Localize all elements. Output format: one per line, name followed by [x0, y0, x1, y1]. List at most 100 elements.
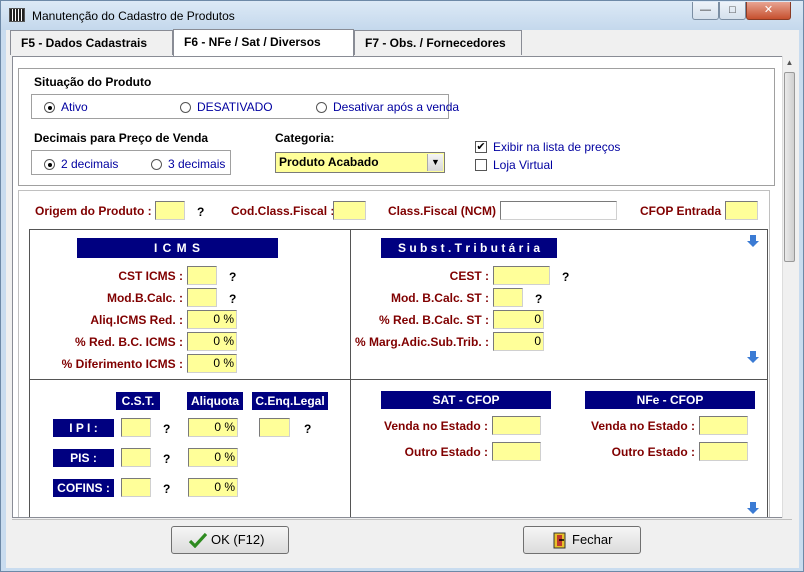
cest-help[interactable]: ? — [562, 270, 569, 284]
minimize-button[interactable]: — — [692, 2, 719, 20]
aliq-icms-red-label: Aliq.ICMS Red. : — [90, 313, 183, 327]
cst-icms-input[interactable] — [187, 266, 217, 285]
ipi-aliq-input[interactable]: 0 % — [188, 418, 238, 437]
chevron-down-icon[interactable]: ▼ — [427, 154, 443, 171]
pis-cst-help[interactable]: ? — [163, 452, 170, 466]
arrow-down-icon[interactable] — [746, 234, 760, 248]
categoria-select[interactable]: Produto Acabado ▼ — [275, 152, 445, 173]
ipi-enq-help[interactable]: ? — [304, 422, 311, 436]
red-bcalc-st-input[interactable]: 0 — [493, 310, 544, 329]
fechar-button[interactable]: Fechar — [523, 526, 641, 554]
checkbox-loja-virtual-label: Loja Virtual — [493, 158, 553, 172]
window-title: Manutenção do Cadastro de Produtos — [32, 9, 235, 23]
ok-button[interactable]: OK (F12) — [171, 526, 289, 554]
tab-nfe-sat-diversos[interactable]: F6 - NFe / Sat / Diversos — [173, 29, 354, 56]
nfe-cfop-header: NFe - CFOP — [585, 391, 755, 409]
checkbox-exibir-lista-label: Exibir na lista de preços — [493, 140, 621, 154]
title-bar: Manutenção do Cadastro de Produtos — □ ✕ — [1, 1, 803, 30]
cofins-label: COFINS : — [53, 479, 114, 497]
sat-outro-input[interactable] — [492, 442, 541, 461]
ncm-label: Class.Fiscal (NCM) : — [388, 204, 504, 218]
cst-icms-help[interactable]: ? — [229, 270, 236, 284]
categoria-label: Categoria: — [275, 131, 335, 145]
main-window: Manutenção do Cadastro de Produtos — □ ✕… — [0, 0, 804, 572]
marg-adic-input[interactable]: 0 — [493, 332, 544, 351]
cod-class-input[interactable] — [333, 201, 366, 220]
close-button[interactable]: ✕ — [746, 2, 791, 20]
exit-door-icon — [553, 532, 566, 549]
radio-desativar-apos-venda[interactable] — [316, 102, 327, 113]
icms-header: I C M S — [77, 238, 278, 258]
cst-icms-label: CST ICMS : — [118, 269, 183, 283]
sat-venda-input[interactable] — [492, 416, 541, 435]
radio-ativo-label: Ativo — [61, 100, 88, 114]
red-bcalc-st-label: % Red. B.Calc. ST : — [378, 313, 489, 327]
mod-bcalc-st-help[interactable]: ? — [535, 292, 542, 306]
mod-bcalc-st-input[interactable] — [493, 288, 523, 307]
aliq-icms-red-input[interactable]: 0 % — [187, 310, 237, 329]
ipi-cst-help[interactable]: ? — [163, 422, 170, 436]
mod-bcalc-input[interactable] — [187, 288, 217, 307]
ncm-input[interactable] — [500, 201, 617, 220]
red-bc-icms-label: % Red. B.C. ICMS : — [74, 335, 183, 349]
radio-ativo[interactable] — [44, 102, 55, 113]
aliquota-column-header: Aliquota — [187, 392, 243, 410]
tab-obs-fornecedores[interactable]: F7 - Obs. / Fornecedores — [354, 30, 522, 55]
marg-adic-label: % Marg.Adic.Sub.Trib. : — [354, 335, 489, 349]
nfe-outro-input[interactable] — [699, 442, 748, 461]
diferimento-icms-input[interactable]: 0 % — [187, 354, 237, 373]
decimais-title: Decimais para Preço de Venda — [34, 131, 209, 145]
enq-legal-column-header: C.Enq.Legal — [252, 392, 328, 410]
radio-3-decimais-label: 3 decimais — [168, 157, 226, 171]
radio-2-decimais[interactable] — [44, 159, 55, 170]
radio-3-decimais[interactable] — [151, 159, 162, 170]
cofins-aliq-input[interactable]: 0 % — [188, 478, 238, 497]
pis-cst-input[interactable] — [121, 448, 151, 467]
barcode-icon — [9, 8, 25, 22]
pis-label: PIS : — [53, 449, 114, 467]
radio-desativado-label: DESATIVADO — [197, 100, 273, 114]
ok-button-label: OK (F12) — [211, 532, 265, 547]
sat-venda-label: Venda no Estado : — [383, 419, 488, 433]
cest-label: CEST : — [449, 269, 489, 283]
arrow-down-icon[interactable] — [746, 501, 760, 515]
cofins-cst-input[interactable] — [121, 478, 151, 497]
sat-cfop-header: SAT - CFOP — [381, 391, 551, 409]
mod-bcalc-st-label: Mod. B.Calc. ST : — [390, 291, 489, 305]
tab-panel: Situação do Produto Ativo DESATIVADO Des… — [12, 56, 792, 518]
situacao-title: Situação do Produto — [34, 75, 152, 89]
nfe-venda-label: Venda no Estado : — [590, 419, 695, 433]
sat-outro-label: Outro Estado : — [404, 445, 488, 459]
cest-input[interactable] — [493, 266, 550, 285]
scrollbar-thumb[interactable] — [784, 72, 795, 262]
ipi-label: I P I : — [53, 419, 114, 437]
cofins-cst-help[interactable]: ? — [163, 482, 170, 496]
tab-bar: F5 - Dados Cadastrais F6 - NFe / Sat / D… — [6, 29, 799, 56]
pis-aliq-input[interactable]: 0 % — [188, 448, 238, 467]
origem-input[interactable] — [155, 201, 185, 220]
st-header: S u b s t . T r i b u t á r i a — [381, 238, 557, 258]
cod-class-label: Cod.Class.Fiscal : — [231, 204, 335, 218]
fechar-button-label: Fechar — [572, 532, 613, 547]
tab-dados-cadastrais[interactable]: F5 - Dados Cadastrais — [10, 30, 173, 55]
cst-column-header: C.S.T. — [116, 392, 160, 410]
arrow-down-icon[interactable] — [746, 350, 760, 364]
checkbox-exibir-lista[interactable]: ✔ — [475, 141, 487, 153]
scroll-up-icon[interactable]: ▲ — [784, 57, 795, 69]
maximize-button[interactable]: □ — [719, 2, 746, 20]
vertical-scrollbar[interactable]: ▲ — [782, 56, 796, 518]
nfe-outro-label: Outro Estado : — [611, 445, 695, 459]
mod-bcalc-help[interactable]: ? — [229, 292, 236, 306]
red-bc-icms-input[interactable]: 0 % — [187, 332, 237, 351]
checkmark-icon — [189, 532, 207, 548]
categoria-value: Produto Acabado — [279, 155, 379, 169]
nfe-venda-input[interactable] — [699, 416, 748, 435]
checkbox-loja-virtual[interactable] — [475, 159, 487, 171]
diferimento-icms-label: % Diferimento ICMS : — [61, 357, 183, 371]
origem-help[interactable]: ? — [197, 205, 204, 219]
cfop-entrada-label: CFOP Entrada : — [640, 204, 729, 218]
radio-desativado[interactable] — [180, 102, 191, 113]
ipi-cst-input[interactable] — [121, 418, 151, 437]
ipi-enq-input[interactable] — [259, 418, 290, 437]
cfop-entrada-input[interactable] — [725, 201, 758, 220]
